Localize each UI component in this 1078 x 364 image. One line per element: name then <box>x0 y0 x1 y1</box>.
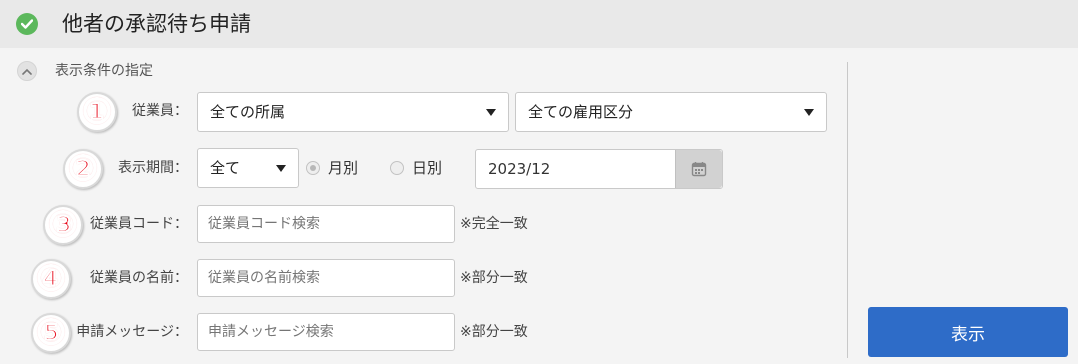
radio-daily-label: 日別 <box>412 159 443 177</box>
radio-monthly[interactable]: 月別 <box>306 157 358 178</box>
calendar-icon[interactable] <box>675 150 722 188</box>
message-input[interactable] <box>197 313 455 351</box>
employee-code-input[interactable] <box>197 205 455 243</box>
message-label: 申請メッセージ： <box>76 324 188 340</box>
dropdown-arrow-icon <box>486 109 496 116</box>
radio-button-selected[interactable] <box>306 160 320 175</box>
employee-name-label: 従業員の名前： <box>90 270 188 286</box>
period-select[interactable]: 全て <box>197 148 299 188</box>
message-hint: ※部分一致 <box>460 324 528 340</box>
radio-monthly-label: 月別 <box>328 159 359 177</box>
chevron-up-icon[interactable] <box>17 61 37 81</box>
radio-button[interactable] <box>390 160 404 175</box>
dropdown-arrow-icon <box>276 165 286 172</box>
panel-divider <box>847 62 848 358</box>
dropdown-arrow-icon <box>804 109 814 116</box>
show-button[interactable]: 表示 <box>868 307 1068 357</box>
employee-code-label: 従業員コード： <box>90 216 188 232</box>
employee-name-hint: ※部分一致 <box>460 270 528 286</box>
page-title: 他者の承認待ち申請 <box>62 12 251 36</box>
radio-daily[interactable]: 日別 <box>390 157 442 178</box>
page-header: 他者の承認待ち申請 <box>0 0 1078 48</box>
department-select[interactable]: 全ての所属 <box>197 92 509 132</box>
period-select-value: 全て <box>210 159 241 177</box>
employment-type-select-value: 全ての雇用区分 <box>528 103 634 121</box>
employee-name-input[interactable] <box>197 259 455 297</box>
employee-label: 従業員： <box>132 103 188 119</box>
period-label: 表示期間： <box>118 160 188 176</box>
employment-type-select[interactable]: 全ての雇用区分 <box>515 92 827 132</box>
department-select-value: 全ての所属 <box>210 103 286 121</box>
date-value: 2023/12 <box>488 160 551 178</box>
filter-section-title: 表示条件の指定 <box>55 63 153 79</box>
month-date-input[interactable]: 2023/12 <box>475 149 723 189</box>
check-circle-icon <box>16 13 38 35</box>
employee-code-hint: ※完全一致 <box>460 216 528 232</box>
